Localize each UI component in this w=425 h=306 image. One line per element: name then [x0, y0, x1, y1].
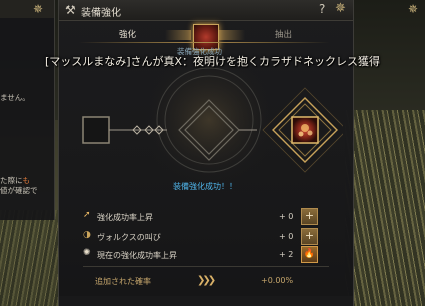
fire-icon[interactable]: 🔥: [301, 246, 318, 263]
swirl-icon: ✺: [83, 248, 91, 258]
added-probability-label: 追加された確率: [95, 277, 151, 286]
stat-row-current-rate: ✺ 現在の強化成功率上昇 + 2 🔥: [83, 246, 329, 266]
left-panel-text-3: 値が確認で: [0, 186, 38, 195]
settings-star-icon-right[interactable]: ✵: [408, 2, 418, 16]
settings-star-icon[interactable]: ✵: [33, 2, 43, 16]
stat-label: ヴォルクスの叫び: [97, 233, 161, 242]
right-panel-edge: ✵: [352, 0, 425, 18]
enhance-window: ⚒ 装備強化 ? ✵ 強化 抽出 装備強化成功 装備強化成功！！ ➚ 強化成功率…: [58, 0, 354, 306]
add-button[interactable]: +: [301, 228, 318, 245]
left-panel-header: [0, 0, 54, 18]
volks-crescent-icon: ◑: [83, 230, 91, 240]
tab-enhance[interactable]: 強化: [119, 28, 136, 40]
divider: [83, 266, 329, 267]
enhance-art: [69, 62, 343, 192]
stat-row-volks: ◑ ヴォルクスの叫び + 0 +: [83, 228, 329, 248]
arrow-up-icon: ➚: [83, 210, 91, 220]
ornament-wing-left: [165, 30, 191, 40]
center-glow: [139, 62, 279, 190]
background-grass-left: [0, 210, 60, 306]
system-announcement: [マッスルまなみ]さんが真Ⅹ：夜明けを抱くカラザドネックレス獲得: [44, 55, 381, 68]
window-footer: [59, 296, 353, 306]
tab-underline: [79, 42, 329, 43]
stat-label: 強化成功率上昇: [97, 213, 153, 222]
left-side-panel: ✵ ません。 た際にも 値が確認で: [0, 0, 55, 220]
added-probability-value: +0.00%: [261, 276, 294, 285]
added-probability: 追加された確率 ❯❯❯ +0.00%: [83, 275, 329, 289]
left-panel-text-1: ません。: [0, 93, 30, 102]
hammer-icon: ⚒: [65, 3, 76, 17]
window-titlebar[interactable]: ⚒ 装備強化 ? ✵: [59, 0, 353, 21]
stat-value: + 0: [279, 232, 294, 241]
chevrons-right-icon: ❯❯❯: [197, 275, 216, 286]
stat-row-success-rate: ➚ 強化成功率上昇 + 0 +: [83, 208, 329, 228]
stat-label: 現在の強化成功率上昇: [97, 251, 177, 260]
enhance-diagram: [82, 62, 343, 190]
success-text: 装備強化成功！！: [173, 182, 237, 191]
stat-value: + 2: [279, 250, 294, 259]
material-slot: [82, 116, 110, 144]
help-icon[interactable]: ?: [319, 2, 325, 16]
ornament-wing-right: [219, 30, 245, 40]
add-button[interactable]: +: [301, 208, 318, 225]
tab-bar: 強化 抽出: [59, 22, 353, 50]
window-title: 装備強化: [81, 8, 121, 19]
close-icon[interactable]: ✵: [335, 1, 346, 16]
background-grass-right: [345, 110, 425, 306]
tab-extract[interactable]: 抽出: [275, 28, 292, 40]
stat-value: + 0: [279, 212, 294, 221]
